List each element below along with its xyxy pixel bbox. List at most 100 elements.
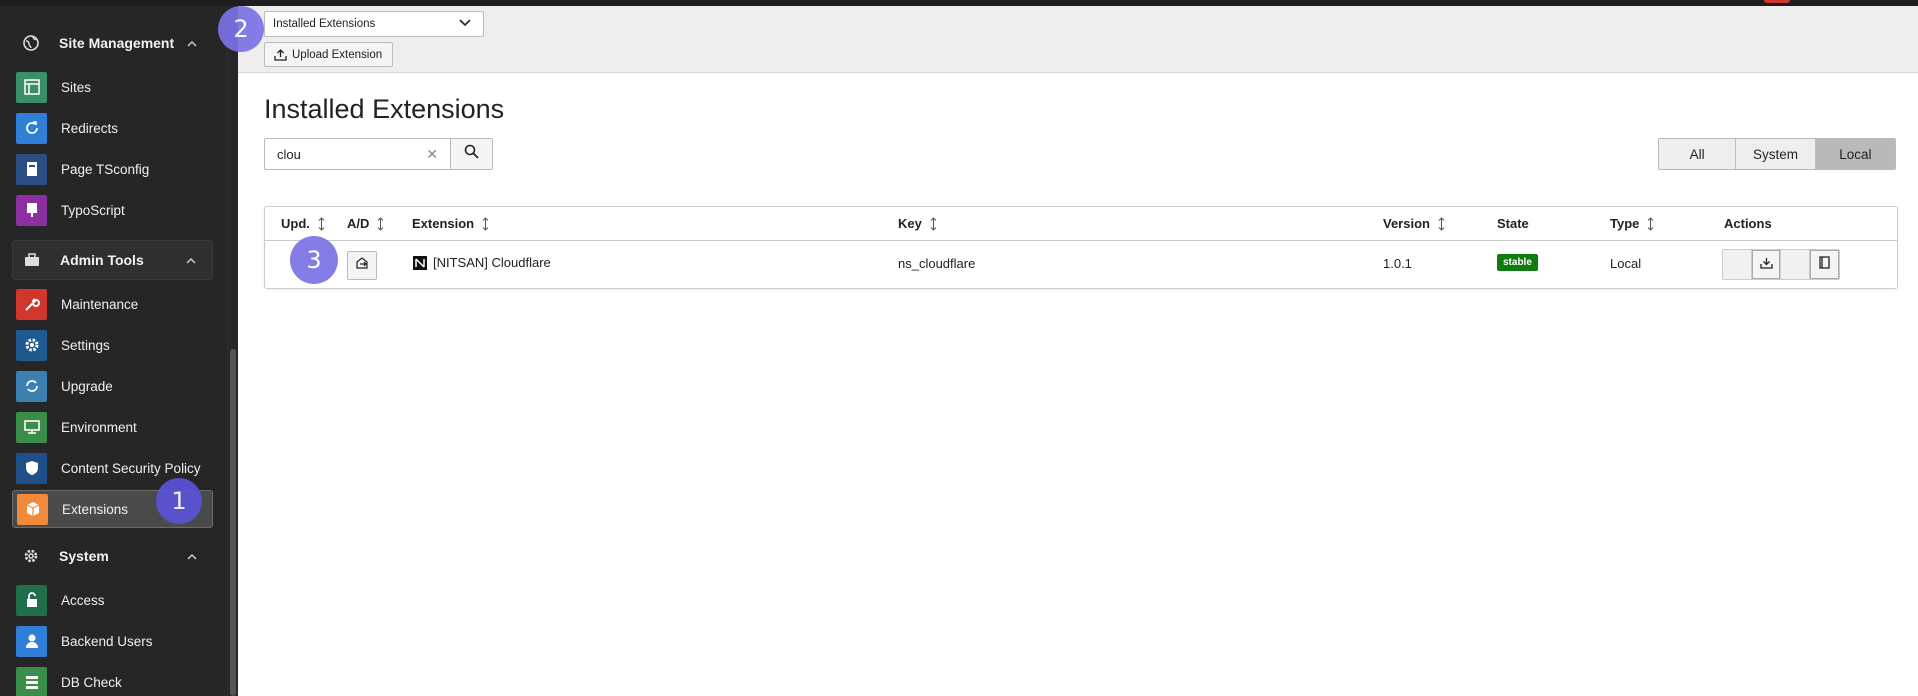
sidebar-item-db-check[interactable]: DB Check: [12, 663, 213, 696]
sidebar-item-redirects[interactable]: Redirects: [12, 109, 213, 147]
column-header-state: State: [1497, 216, 1529, 231]
extension-key: ns_cloudflare: [898, 256, 976, 271]
toggle-extension-icon: [355, 256, 370, 275]
search-input[interactable]: clou ✕: [265, 139, 450, 169]
lock-icon: [16, 584, 47, 616]
sidebar-item-page-tsconfig[interactable]: Page TSconfig: [12, 150, 213, 188]
documentation-button[interactable]: [1810, 250, 1839, 279]
actions-group: [1722, 249, 1840, 280]
upgrade-icon: [16, 370, 47, 402]
search-input-value: clou: [277, 146, 301, 162]
document-icon: [1819, 255, 1830, 274]
step-marker-3: 3: [290, 236, 338, 284]
sort-icon: [930, 216, 937, 231]
action-empty-button[interactable]: [1781, 250, 1810, 279]
sidebar-group-system[interactable]: System: [12, 536, 213, 576]
sidebar-item-label: Sites: [61, 79, 92, 95]
sidebar-item-settings[interactable]: Settings: [12, 326, 213, 364]
search-icon: [464, 144, 479, 164]
chevron-up-icon: [185, 36, 199, 50]
sort-icon: [1647, 216, 1654, 231]
sidebar-group-label: Site Management: [59, 35, 175, 51]
filter-system-button[interactable]: System: [1736, 139, 1816, 169]
sidebar-item-label: Settings: [61, 337, 110, 353]
sidebar-item-backend-users[interactable]: Backend Users: [12, 622, 213, 660]
redirect-icon: [16, 112, 47, 144]
sidebar-group-label: Admin Tools: [60, 252, 144, 268]
extensions-table: Upd. A/D Extension Key Version State Typ…: [264, 206, 1898, 289]
view-select[interactable]: Installed Extensions: [264, 11, 484, 37]
sidebar-item-upgrade[interactable]: Upgrade: [12, 367, 213, 405]
chevron-down-icon: [459, 18, 471, 30]
column-label: Actions: [1724, 216, 1772, 231]
column-header-version[interactable]: Version: [1383, 216, 1445, 231]
sidebar-group-site-management[interactable]: Site Management: [12, 23, 213, 63]
sidebar-scrollbar-thumb[interactable]: [230, 349, 236, 696]
upload-extension-button[interactable]: Upload Extension: [264, 42, 393, 67]
sidebar-item-label: Upgrade: [61, 378, 113, 394]
doc-header: Installed Extensions Upload Extension: [238, 6, 1918, 73]
sidebar-item-label: Content Security Policy: [61, 460, 201, 476]
extension-type: Local: [1610, 256, 1642, 271]
deactivate-button[interactable]: [347, 251, 377, 280]
sort-icon: [318, 216, 325, 231]
action-empty-button[interactable]: [1723, 250, 1752, 279]
sidebar-item-typoscript[interactable]: TypoScript: [12, 191, 213, 229]
extension-logo-icon: [413, 255, 427, 270]
upload-icon: [274, 48, 287, 61]
sort-icon: [482, 216, 489, 231]
column-label: Type: [1610, 216, 1640, 231]
search-button[interactable]: [450, 139, 492, 169]
sort-icon: [377, 216, 384, 231]
sidebar-group-admin-tools[interactable]: Admin Tools: [12, 240, 213, 280]
step-marker-1: 1: [156, 478, 202, 524]
filter-local-button[interactable]: Local: [1815, 139, 1895, 169]
column-header-upd[interactable]: Upd.: [281, 216, 325, 231]
search-box: clou ✕: [264, 138, 493, 170]
tsconfig-icon: [16, 153, 47, 185]
extension-name: [NITSAN] Cloudflare: [433, 255, 551, 270]
gear-icon: [17, 542, 45, 570]
page-title: Installed Extensions: [264, 94, 505, 124]
type-filter-group: All System Local: [1658, 138, 1896, 170]
sidebar-item-label: Backend Users: [61, 633, 153, 649]
column-header-extension[interactable]: Extension: [412, 216, 489, 231]
column-label: Version: [1383, 216, 1430, 231]
main-content: Installed Extensions Upload Extension In…: [238, 6, 1918, 696]
sidebar-item-sites[interactable]: Sites: [12, 68, 213, 106]
sidebar-item-environment[interactable]: Environment: [12, 408, 213, 446]
download-button[interactable]: [1752, 250, 1781, 279]
box-icon: [17, 493, 48, 525]
notification-indicator: [1764, 0, 1790, 3]
sidebar-item-label: TypoScript: [61, 202, 125, 218]
sidebar-item-label: Page TSconfig: [61, 161, 150, 177]
user-icon: [16, 625, 47, 657]
column-header-key[interactable]: Key: [898, 216, 937, 231]
column-label: Upd.: [281, 216, 310, 231]
environment-icon: [16, 411, 47, 443]
sites-icon: [16, 71, 47, 103]
table-header: Upd. A/D Extension Key Version State Typ…: [265, 207, 1897, 241]
sidebar-item-label: Environment: [61, 419, 137, 435]
state-badge: stable: [1497, 254, 1538, 271]
db-icon: [16, 666, 47, 696]
shield-icon: [16, 452, 47, 484]
globe-icon: [17, 29, 45, 57]
column-label: State: [1497, 216, 1529, 231]
sidebar-item-label: Maintenance: [61, 296, 139, 312]
wrench-icon: [16, 288, 47, 320]
clear-icon[interactable]: ✕: [426, 146, 438, 163]
sidebar-item-label: Access: [61, 592, 105, 608]
briefcase-icon: [18, 246, 46, 274]
column-label: Extension: [412, 216, 475, 231]
column-header-type[interactable]: Type: [1610, 216, 1654, 231]
extension-name-cell: [NITSAN] Cloudflare: [413, 255, 551, 270]
chevron-up-icon: [185, 549, 199, 563]
column-header-ad[interactable]: A/D: [347, 216, 384, 231]
sidebar-item-access[interactable]: Access: [12, 581, 213, 619]
filter-all-button[interactable]: All: [1659, 139, 1737, 169]
sidebar-item-maintenance[interactable]: Maintenance: [12, 285, 213, 323]
upload-extension-label: Upload Extension: [292, 48, 383, 61]
sidebar-item-label: Extensions: [62, 501, 129, 517]
typoscript-icon: [16, 194, 47, 226]
